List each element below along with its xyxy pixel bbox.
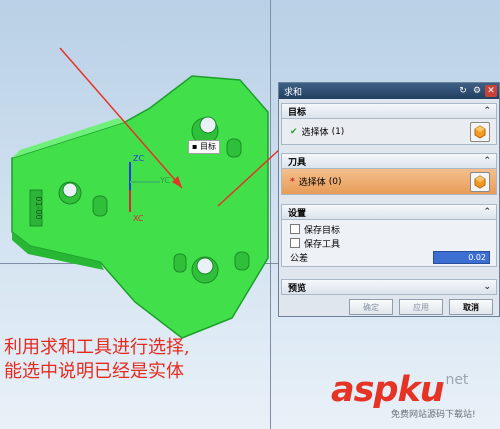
target-select-count: (1)	[331, 126, 345, 137]
chevron-up-icon[interactable]: ⌃	[483, 207, 491, 217]
watermark-logo: aspku	[331, 370, 445, 410]
ok-button[interactable]: 确定	[349, 299, 393, 315]
boss	[226, 138, 242, 158]
annotation-line-1: 利用求和工具进行选择,	[4, 337, 190, 358]
keep-target-checkbox[interactable]	[290, 224, 300, 234]
apply-button[interactable]: 应用	[399, 299, 443, 315]
target-select-body[interactable]: ✔ 选择体 (1)	[281, 119, 497, 145]
tolerance-row: 公差 0.02	[282, 250, 496, 264]
tool-section-header[interactable]: 刀具 ⌃	[281, 153, 497, 169]
tolerance-input[interactable]: 0.02	[433, 250, 490, 264]
settings-section-header[interactable]: 设置 ⌃	[281, 204, 497, 220]
cancel-button[interactable]: 取消	[449, 299, 493, 315]
target-select-label: 选择体	[301, 128, 329, 138]
chevron-up-icon[interactable]: ⌃	[483, 156, 491, 166]
tool-section: 刀具 ⌃ * 选择体 (0)	[281, 153, 497, 195]
preview-section: 预览 ⌄	[281, 279, 497, 295]
yc-label: YC	[160, 176, 171, 185]
watermark-suffix: .net	[441, 372, 469, 388]
check-icon: ✔	[290, 126, 298, 137]
tolerance-label: 公差	[290, 253, 309, 264]
keep-target-option[interactable]: 保存目标	[282, 222, 496, 236]
solid-body[interactable]	[11, 75, 269, 339]
settings-section: 设置 ⌃ 保存目标 保存工具 公差 0.02	[281, 204, 497, 267]
tool-select-body[interactable]: * 选择体 (0)	[281, 169, 497, 195]
selection-tooltip: ▪ 目标	[188, 140, 220, 154]
annotation-text: 利用求和工具进行选择, 能选中说明已经是实体	[4, 336, 304, 384]
dialog-buttons: 确定 应用 取消	[279, 299, 499, 315]
chevron-down-icon[interactable]: ⌄	[483, 282, 491, 292]
keep-tool-option[interactable]: 保存工具	[282, 236, 496, 250]
boss	[234, 251, 250, 271]
watermark-tagline: 免费网站源码下载站!	[391, 410, 476, 420]
target-section-header[interactable]: 目标 ⌃	[281, 103, 497, 119]
keep-tool-checkbox[interactable]	[290, 238, 300, 248]
select-body-icon[interactable]	[470, 122, 490, 142]
boss	[92, 195, 108, 217]
select-body-icon[interactable]	[470, 172, 490, 192]
part-engraving: 01-00	[34, 196, 43, 219]
preview-section-header[interactable]: 预览 ⌄	[281, 279, 497, 295]
dialog-title: 求和	[284, 87, 303, 98]
tool-select-label: 选择体	[298, 178, 326, 188]
reset-icon[interactable]: ↻	[457, 85, 469, 97]
annotation-line-2: 能选中说明已经是实体	[4, 361, 184, 382]
hole	[62, 182, 78, 198]
gear-icon[interactable]: ⚙	[471, 85, 483, 97]
tool-select-count: (0)	[328, 176, 342, 187]
required-asterisk-icon: *	[290, 176, 295, 187]
dialog-title-bar[interactable]: 求和 ↻ ⚙ ✕	[279, 83, 499, 99]
zc-label: ZC	[133, 154, 145, 163]
unite-dialog[interactable]: 求和 ↻ ⚙ ✕ 目标 ⌃ ✔ 选择体 (1) 刀具 ⌃ * 选择体 (0) 设…	[278, 82, 500, 317]
xc-label: XC	[133, 214, 144, 223]
close-icon[interactable]: ✕	[485, 85, 497, 97]
hole	[199, 116, 217, 134]
hole	[196, 257, 214, 275]
chevron-up-icon[interactable]: ⌃	[483, 106, 491, 116]
target-section: 目标 ⌃ ✔ 选择体 (1)	[281, 103, 497, 145]
boss	[173, 253, 187, 273]
pointer-icon: ▪	[192, 142, 200, 151]
